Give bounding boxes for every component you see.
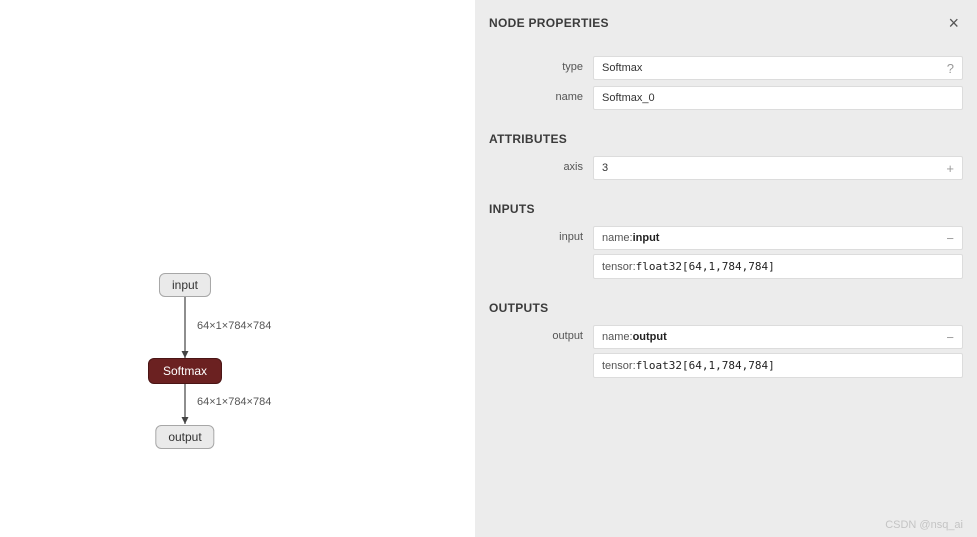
row-output: output name: output − tensor: float32[64…	[489, 325, 963, 378]
output-row-label: output	[489, 325, 593, 378]
graph-output-label: output	[168, 430, 201, 444]
graph-input-node[interactable]: input	[159, 273, 211, 297]
output-tensor-box[interactable]: tensor: float32[64,1,784,784]	[593, 353, 963, 378]
graph-edge1-shape: 64×1×784×784	[197, 320, 271, 332]
attributes-heading: ATTRIBUTES	[489, 132, 963, 146]
graph-pane[interactable]: input 64×1×784×784 Softmax 64×1×784×784 …	[0, 0, 475, 537]
collapse-icon[interactable]: −	[946, 231, 954, 246]
row-name: name Softmax_0	[489, 86, 963, 110]
graph-edge2-shape: 64×1×784×784	[197, 396, 271, 408]
input-tensor-box[interactable]: tensor: float32[64,1,784,784]	[593, 254, 963, 279]
graph-input-label: input	[172, 278, 198, 292]
input-name-value: input	[633, 232, 660, 244]
output-name-value: output	[633, 331, 667, 343]
type-label: type	[489, 56, 593, 80]
row-axis: axis 3 +	[489, 156, 963, 180]
axis-value-box[interactable]: 3 +	[593, 156, 963, 180]
input-name-key: name:	[602, 232, 633, 244]
name-value: Softmax_0	[602, 92, 655, 104]
input-tensor-value: float32[64,1,784,784]	[636, 260, 775, 273]
graph-output-node[interactable]: output	[155, 425, 214, 449]
panel-title: NODE PROPERTIES	[489, 16, 609, 30]
axis-label: axis	[489, 156, 593, 180]
name-label: name	[489, 86, 593, 110]
input-name-box[interactable]: name: input −	[593, 226, 963, 250]
output-tensor-key: tensor:	[602, 360, 636, 372]
expand-icon[interactable]: +	[946, 161, 954, 176]
row-type: type Softmax ?	[489, 56, 963, 80]
output-tensor-value: float32[64,1,784,784]	[636, 359, 775, 372]
name-value-box[interactable]: Softmax_0	[593, 86, 963, 110]
input-tensor-key: tensor:	[602, 261, 636, 273]
close-icon[interactable]: ×	[944, 12, 963, 34]
type-value-box[interactable]: Softmax ?	[593, 56, 963, 80]
outputs-heading: OUTPUTS	[489, 301, 963, 315]
output-name-box[interactable]: name: output −	[593, 325, 963, 349]
properties-pane: NODE PROPERTIES × type Softmax ? name So…	[475, 0, 977, 537]
output-name-key: name:	[602, 331, 633, 343]
graph-edges	[0, 0, 475, 537]
row-input: input name: input − tensor: float32[64,1…	[489, 226, 963, 279]
graph-op-label: Softmax	[163, 364, 207, 378]
inputs-heading: INPUTS	[489, 202, 963, 216]
type-value: Softmax	[602, 62, 642, 74]
watermark: CSDN @nsq_ai	[885, 519, 963, 531]
axis-value: 3	[602, 162, 608, 174]
help-icon[interactable]: ?	[947, 61, 954, 76]
input-row-label: input	[489, 226, 593, 279]
collapse-icon[interactable]: −	[946, 330, 954, 345]
graph-op-node[interactable]: Softmax	[148, 358, 222, 384]
